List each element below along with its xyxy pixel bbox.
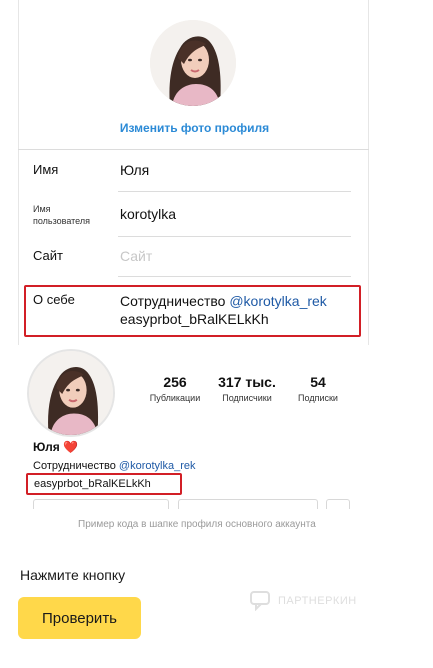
profile-bio-line1: Сотрудничество @korotylka_rek <box>33 460 196 472</box>
heart-icon: ❤️ <box>63 440 78 454</box>
change-profile-photo-link[interactable]: Изменить фото профиля <box>0 121 389 135</box>
following-count[interactable]: 54 <box>278 374 358 390</box>
edit-profile-card: Изменить фото профиля Имя Юля Имя пользо… <box>0 0 433 345</box>
example-caption: Пример кода в шапке профиля основного ак… <box>78 519 316 530</box>
name-label: Имя <box>33 162 59 177</box>
profile-name-text: Юля <box>33 440 60 454</box>
bio-mention-link[interactable]: @korotylka_rek <box>229 293 326 309</box>
watermark-text: ПАРТНЕРКИН <box>278 595 357 607</box>
divider <box>118 276 351 277</box>
username-field[interactable]: korotylka <box>120 206 176 222</box>
bio-line1: Сотрудничество @korotylka_rek <box>120 292 327 310</box>
username-label-line2: пользователя <box>33 216 90 226</box>
bio-label: О себе <box>33 292 75 307</box>
watermark: ПАРТНЕРКИН <box>250 589 357 613</box>
following-label[interactable]: Подписки <box>278 393 358 403</box>
name-field[interactable]: Юля <box>120 162 149 178</box>
check-button[interactable]: Проверить <box>18 597 141 639</box>
profile-bio-mention-link[interactable]: @korotylka_rek <box>119 460 196 472</box>
profile-avatar-large[interactable] <box>150 20 236 106</box>
posts-label: Публикации <box>149 393 201 403</box>
profile-name: Юля ❤️ <box>33 440 78 454</box>
posts-count: 256 <box>163 374 187 390</box>
divider <box>18 149 369 150</box>
website-label: Сайт <box>33 248 63 263</box>
cta-instruction-text: Нажмите кнопку <box>20 567 126 583</box>
bio-field[interactable]: Сотрудничество @korotylka_rek easyprbot_… <box>120 292 327 328</box>
followers-count[interactable]: 317 тыс. <box>207 374 287 390</box>
divider <box>118 236 351 237</box>
woman-portrait-icon <box>29 351 113 435</box>
profile-action-button[interactable] <box>178 499 318 509</box>
profile-bio-code: easyprbot_bRalKELkKh <box>34 478 151 490</box>
followers-label[interactable]: Подписчики <box>207 393 287 403</box>
divider <box>118 191 351 192</box>
card-left-border <box>18 0 19 345</box>
profile-bio-text: Сотрудничество <box>33 460 119 472</box>
woman-portrait-icon <box>150 20 236 106</box>
website-field[interactable]: Сайт <box>120 248 152 264</box>
username-label-line1: Имя <box>33 204 51 214</box>
username-label: Имя пользователя <box>33 203 90 227</box>
bio-line2: easyprbot_bRalKELkKh <box>120 311 269 327</box>
profile-action-button[interactable] <box>326 499 350 509</box>
profile-avatar[interactable] <box>27 349 115 437</box>
profile-action-button[interactable] <box>33 499 169 509</box>
bio-line1-text: Сотрудничество <box>120 293 230 309</box>
card-right-border <box>368 0 369 345</box>
chat-bubble-logo-icon <box>250 591 270 611</box>
